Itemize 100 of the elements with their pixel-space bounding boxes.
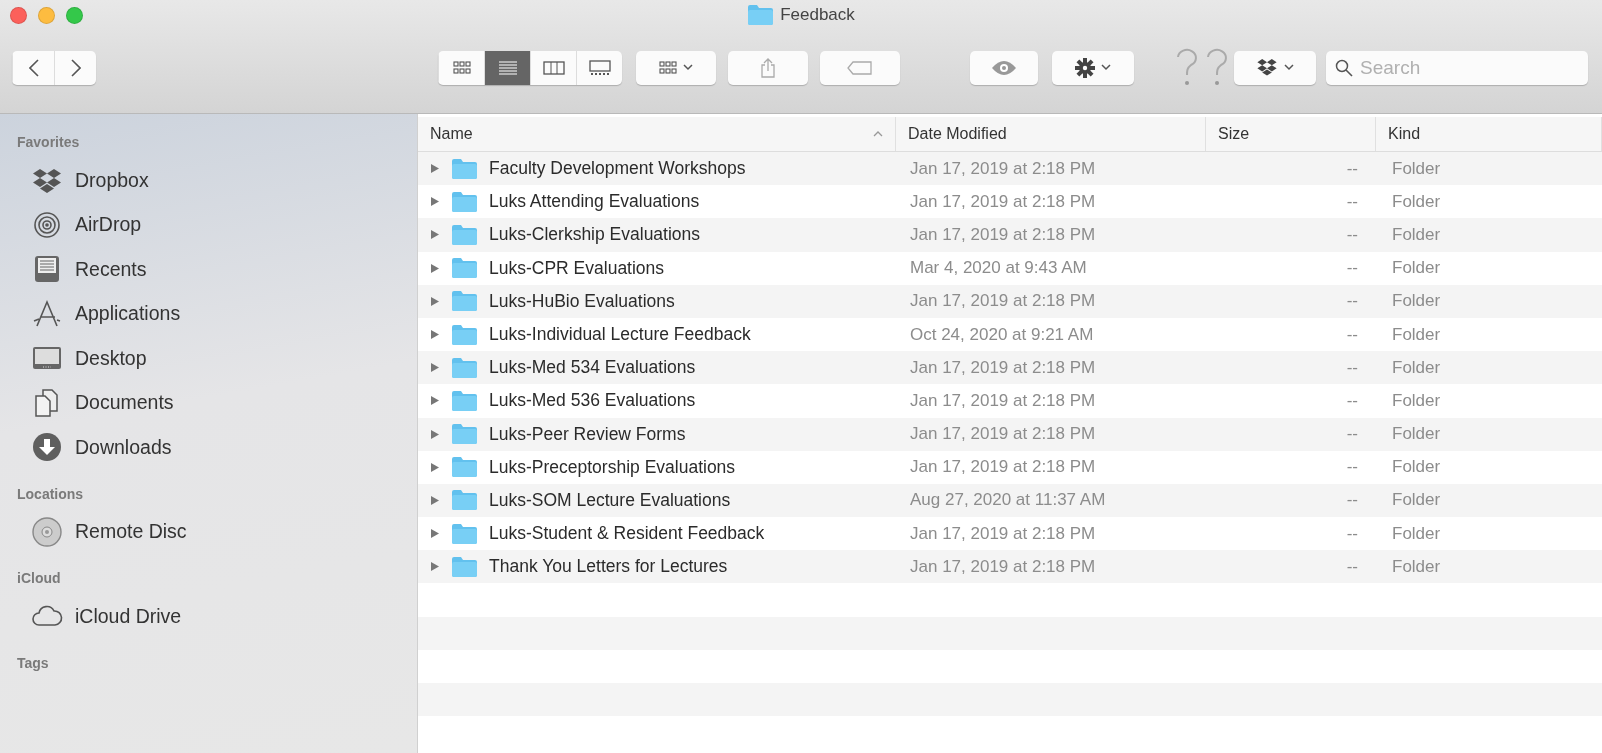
share-icon [760, 57, 776, 78]
dropbox-button[interactable] [1234, 50, 1316, 85]
date-cell-text: Mar 4, 2020 at 9:43 AM [909, 258, 1088, 279]
chevron-down-icon [1284, 64, 1294, 71]
kind-cell-text: Folder [1391, 424, 1442, 445]
size-cell-text: -- [1345, 390, 1359, 411]
download-icon [31, 431, 63, 464]
date-cell-text: Jan 17, 2019 at 2:18 PM [909, 191, 1097, 212]
kind-cell-text: Folder [1391, 457, 1442, 478]
kind-cell-text: Folder [1391, 224, 1442, 245]
disclosure-triangle-icon[interactable] [430, 428, 440, 440]
disclosure-triangle-icon[interactable] [430, 461, 440, 473]
date-cell-text: Jan 17, 2019 at 2:18 PM [909, 158, 1097, 179]
sidebar-item[interactable]: Remote Disc [0, 509, 417, 554]
disclosure-triangle-icon[interactable] [430, 561, 440, 573]
file-name[interactable]: Luks-SOM Lecture Evaluations [489, 489, 731, 511]
sidebar-item[interactable]: Applications [0, 291, 417, 336]
sidebar-item[interactable]: AirDrop [0, 202, 417, 247]
zoom-button[interactable] [66, 6, 83, 24]
kind-cell-text: Folder [1391, 523, 1442, 544]
kind-cell-text: Folder [1391, 158, 1442, 179]
disclosure-triangle-icon[interactable] [430, 329, 440, 341]
folder-icon [451, 356, 478, 379]
file-name[interactable]: Luks Attending Evaluations [489, 191, 700, 213]
kind-cell-text: Folder [1391, 324, 1442, 345]
size-cell-text: -- [1345, 191, 1359, 212]
folder-icon [451, 257, 478, 280]
file-name[interactable]: Luks-Clerkship Evaluations [489, 224, 701, 246]
folder-icon [451, 157, 478, 180]
group-by-button[interactable] [636, 50, 716, 85]
date-cell-text: Jan 17, 2019 at 2:18 PM [909, 390, 1097, 411]
sidebar-section-title: Favorites [16, 133, 81, 152]
file-name[interactable]: Luks-CPR Evaluations [489, 257, 665, 279]
disclosure-triangle-icon[interactable] [430, 494, 440, 506]
close-button[interactable] [10, 6, 27, 24]
disclosure-triangle-icon[interactable] [430, 229, 440, 241]
size-cell-text: -- [1345, 158, 1359, 179]
file-name[interactable]: Luks-Peer Review Forms [489, 423, 686, 445]
sidebar-item[interactable]: Documents [0, 380, 417, 425]
size-cell-text: -- [1345, 490, 1359, 511]
view-mode-button[interactable] [484, 50, 530, 85]
disclosure-triangle-icon[interactable] [430, 528, 440, 540]
dropbox-icon [1256, 57, 1278, 78]
sidebar-section-title: Locations [16, 484, 85, 504]
date-cell-text: Jan 17, 2019 at 2:18 PM [909, 523, 1097, 544]
file-name[interactable]: Luks-Individual Lecture Feedback [489, 324, 751, 346]
disc-icon [31, 515, 63, 548]
action-button[interactable] [1052, 50, 1134, 85]
sidebar-item[interactable]: Desktop [0, 336, 417, 381]
column-header[interactable]: Kind [1376, 117, 1602, 151]
kind-cell-text: Folder [1391, 490, 1442, 511]
disclosure-triangle-icon[interactable] [430, 262, 440, 274]
kind-cell-text: Folder [1391, 357, 1442, 378]
sidebar-section-title: iCloud [16, 569, 62, 588]
disclosure-triangle-icon[interactable] [430, 163, 440, 175]
disclosure-triangle-icon[interactable] [430, 362, 440, 374]
list-icon [498, 60, 517, 75]
column-header[interactable]: Size [1206, 117, 1376, 151]
kind-cell-text: Folder [1391, 390, 1442, 411]
column-header[interactable]: Date Modified [896, 117, 1206, 151]
disclosure-triangle-icon[interactable] [430, 295, 440, 307]
file-name[interactable]: Faculty Development Workshops [489, 158, 746, 180]
size-cell-text: -- [1345, 457, 1359, 478]
file-name[interactable]: Luks-Preceptorship Evaluations [489, 456, 736, 478]
sidebar-item[interactable]: Recents [0, 247, 417, 292]
folder-icon [451, 489, 478, 512]
kind-cell-text: Folder [1391, 291, 1442, 312]
size-cell-text: -- [1345, 357, 1359, 378]
search-field[interactable]: Search [1326, 50, 1588, 85]
quick-look-button[interactable] [970, 50, 1038, 85]
file-name[interactable]: Luks-Med 534 Evaluations [489, 357, 696, 379]
size-cell-text: -- [1345, 556, 1359, 577]
folder-icon [451, 423, 478, 446]
folder-icon [451, 290, 478, 313]
disclosure-triangle-icon[interactable] [430, 395, 440, 407]
folder-icon [451, 522, 478, 545]
disclosure-triangle-icon[interactable] [430, 196, 440, 208]
window-title: Feedback [780, 5, 855, 25]
tag-icon [847, 60, 873, 75]
columns-icon [542, 60, 565, 75]
date-cell-text: Jan 17, 2019 at 2:18 PM [909, 224, 1097, 245]
date-cell-text: Jan 17, 2019 at 2:18 PM [909, 357, 1097, 378]
folder-icon [747, 4, 775, 26]
chevron-right-icon [70, 58, 81, 77]
sidebar-item[interactable]: Downloads [0, 425, 417, 470]
file-name[interactable]: Luks-HuBio Evaluations [489, 290, 675, 312]
gear-icon [1075, 57, 1095, 78]
folder-icon [451, 389, 478, 412]
sidebar-item[interactable]: Dropbox [0, 158, 417, 203]
folder-icon [451, 190, 478, 213]
chevron-left-icon [28, 58, 39, 77]
sidebar-section-title: Tags [16, 653, 50, 673]
kind-cell-text: Folder [1391, 191, 1442, 212]
column-header[interactable]: Name [418, 117, 896, 151]
file-name[interactable]: Thank You Letters for Lectures [489, 556, 728, 578]
file-name[interactable]: Luks-Med 536 Evaluations [489, 390, 696, 412]
file-name[interactable]: Luks-Student & Resident Feedback [489, 523, 765, 545]
sidebar-item[interactable]: iCloud Drive [0, 594, 417, 639]
size-cell-text: -- [1345, 324, 1359, 345]
date-cell-text: Jan 17, 2019 at 2:18 PM [909, 556, 1097, 577]
